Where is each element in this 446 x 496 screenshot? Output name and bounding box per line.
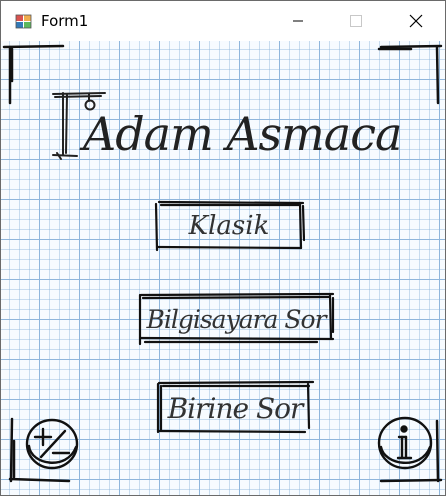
form-client-area: Adam Asmaca Klasik Bilgisayara Sor Birin…: [1, 41, 445, 495]
klasik-button[interactable]: Klasik: [153, 200, 305, 252]
maximize-button[interactable]: [327, 1, 385, 41]
close-button[interactable]: [387, 1, 445, 41]
plus-minus-icon: [25, 418, 79, 470]
info-button[interactable]: [375, 413, 435, 473]
bilgisayara-sor-button-label: Bilgisayara Sor: [146, 304, 326, 334]
page-title: Adam Asmaca: [83, 107, 402, 161]
maximize-icon: [350, 15, 362, 27]
close-icon: [409, 14, 423, 28]
window-title: Form1: [41, 12, 89, 30]
plus-minus-button[interactable]: [23, 415, 81, 473]
app-icon: [15, 14, 32, 29]
minimize-button[interactable]: [269, 1, 327, 41]
minimize-icon: [293, 20, 303, 22]
birine-sor-button-label: Birine Sor: [167, 391, 304, 425]
info-icon: [377, 416, 433, 470]
bilgisayara-sor-button[interactable]: Bilgisayara Sor: [137, 292, 335, 346]
app-window: Form1 Adam Asmaca Klasik Bilgisayara Sor…: [0, 0, 446, 496]
birine-sor-button[interactable]: Birine Sor: [155, 380, 315, 436]
klasik-button-label: Klasik: [188, 211, 270, 241]
title-bar[interactable]: Form1: [1, 1, 445, 41]
